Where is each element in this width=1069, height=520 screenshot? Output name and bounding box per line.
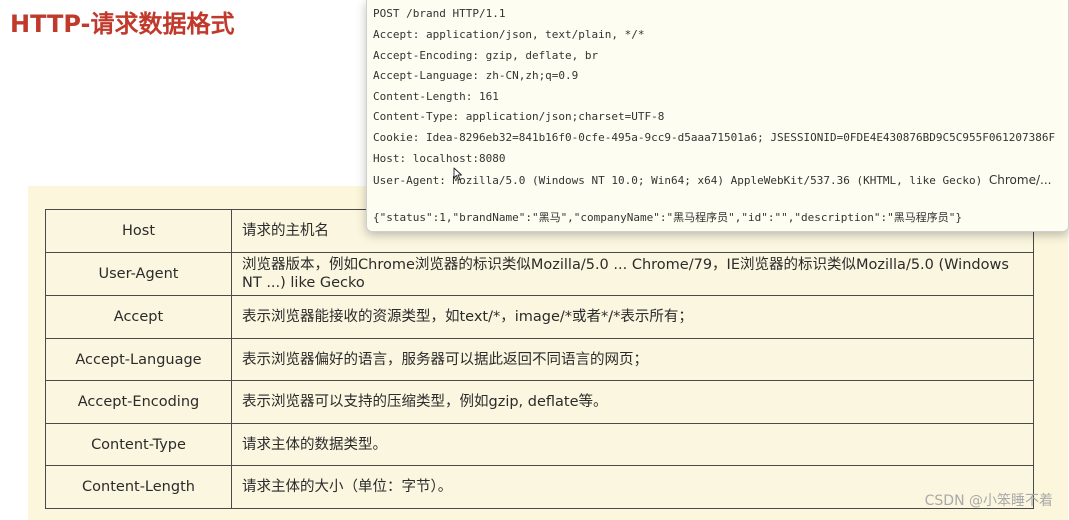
header-line-accept-language: Accept-Language: zh-CN,zh;q=0.9 <box>373 69 579 82</box>
header-name-cell: Content-Type <box>45 423 232 466</box>
header-description-cell: 请求主体的数据类型。 <box>231 423 1034 466</box>
table-row: Accept 表示浏览器能接收的资源类型，如text/*，image/*或者*/… <box>45 295 1034 339</box>
mouse-cursor-icon <box>453 167 462 181</box>
table-row: Content-Length 请求主体的大小（单位：字节）。 <box>45 465 1034 509</box>
header-line-accept: Accept: application/json, text/plain, */… <box>373 28 645 41</box>
header-name-cell: Accept-Encoding <box>45 380 232 424</box>
header-line-user-agent: User-Agent: Mozilla/5.0 (Windows NT 10.0… <box>373 173 1051 187</box>
user-agent-tail: Chrome/... <box>988 173 1052 187</box>
header-line-cookie: Cookie: Idea-8296eb32=841b16f0-0cfe-495a… <box>373 131 1056 144</box>
header-description-cell: 请求主体的大小（单位：字节）。 <box>231 465 1034 509</box>
header-name-cell: Accept-Language <box>45 338 232 381</box>
header-name-cell: User-Agent <box>45 252 232 296</box>
raw-request-popup: POST /brand HTTP/1.1 Accept: application… <box>366 0 1069 232</box>
header-name-cell: Accept <box>45 295 232 339</box>
header-line-accept-encoding: Accept-Encoding: gzip, deflate, br <box>373 49 599 62</box>
header-description-cell: 表示浏览器偏好的语言，服务器可以据此返回不同语言的网页； <box>231 338 1034 381</box>
table-row: Accept-Encoding 表示浏览器可以支持的压缩类型，例如gzip, d… <box>45 380 1034 424</box>
table-row: User-Agent 浏览器版本，例如Chrome浏览器的标识类似Mozilla… <box>45 252 1034 296</box>
header-description-cell: 浏览器版本，例如Chrome浏览器的标识类似Mozilla/5.0 ... Ch… <box>231 252 1034 296</box>
header-description-cell: 表示浏览器能接收的资源类型，如text/*，image/*或者*/*表示所有； <box>231 295 1034 339</box>
request-headers-table: Host 请求的主机名 User-Agent 浏览器版本，例如Chrome浏览器… <box>45 209 1034 509</box>
header-name-cell: Content-Length <box>45 465 232 509</box>
watermark: CSDN @小笨睡不着 <box>924 493 1053 509</box>
table-row: Accept-Language 表示浏览器偏好的语言，服务器可以据此返回不同语言… <box>45 338 1034 381</box>
request-body-json: {"status":1,"brandName":"黑马","companyNam… <box>373 211 962 224</box>
header-line-content-type: Content-Type: application/json;charset=U… <box>373 110 665 123</box>
header-line-host: Host: localhost:8080 <box>373 152 506 165</box>
header-description-cell: 表示浏览器可以支持的压缩类型，例如gzip, deflate等。 <box>231 380 1034 424</box>
slide-title: HTTP-请求数据格式 <box>10 10 235 38</box>
table-row: Content-Type 请求主体的数据类型。 <box>45 423 1034 466</box>
header-name-cell: Host <box>45 209 232 253</box>
header-line-content-length: Content-Length: 161 <box>373 90 499 103</box>
user-agent-text: User-Agent: Mozilla/5.0 (Windows NT 10.0… <box>373 174 983 187</box>
request-line: POST /brand HTTP/1.1 <box>373 7 506 20</box>
